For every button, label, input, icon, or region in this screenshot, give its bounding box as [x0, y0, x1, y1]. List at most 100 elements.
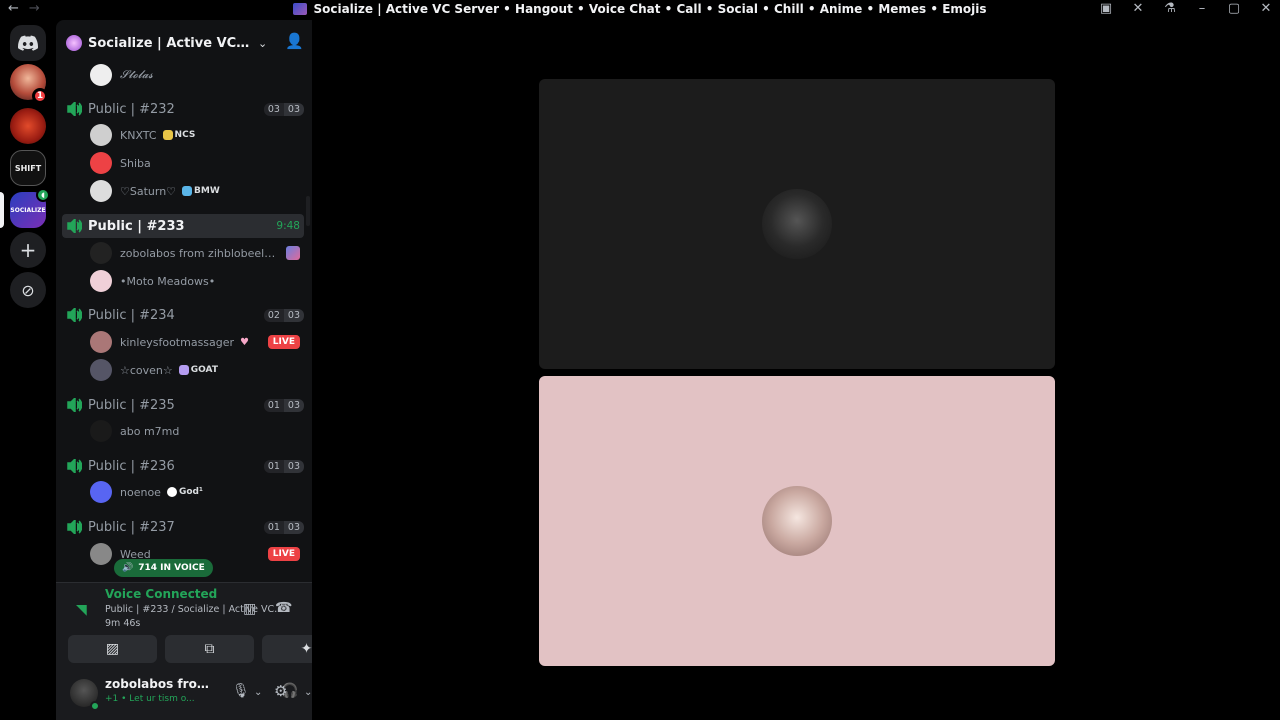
username[interactable]: zobolabos from zihblobeela [105, 677, 217, 691]
notification-badge: 1 [32, 88, 48, 104]
voice-stage [312, 20, 1280, 720]
in-voice-count: 714 IN VOICE [138, 563, 205, 573]
heart-icon [166, 487, 177, 497]
chevron-down-icon: ⌄ [258, 36, 268, 50]
member-name: zobolabos from zihblobeela... [120, 246, 276, 260]
speaker-icon: 🔊 [122, 563, 134, 573]
speaker-icon [67, 102, 82, 116]
maximize-icon[interactable]: ▢ [1226, 1, 1242, 16]
member-name: kinleysfootmassager [120, 335, 235, 349]
voice-channel-237[interactable]: Public | #237 01 03 [62, 515, 304, 539]
member-name: •Moto Meadows• [120, 274, 216, 288]
gear-icon[interactable]: ⚙ [274, 682, 287, 700]
inbox-icon[interactable]: ▣ [1098, 1, 1114, 16]
activity-icon [286, 246, 300, 260]
disconnect-icon[interactable]: ☎ [275, 600, 292, 616]
camera-off-icon: ▨ [105, 641, 120, 657]
voice-channel-234[interactable]: Public | #234 02 03 [62, 303, 304, 327]
server-mini-icon [293, 3, 308, 15]
signal-icon[interactable]: ◥ [76, 602, 87, 618]
voice-connected-panel: ◥ Voice Connected Public | #233 / Social… [56, 582, 312, 670]
member-name: abo m7md [120, 424, 180, 438]
member-item[interactable]: KNXTC NCS [90, 122, 304, 148]
activities-button[interactable]: ✦ [262, 635, 312, 663]
voice-elapsed: 9m 46s [105, 618, 141, 629]
speaker-icon [67, 459, 82, 473]
member-item[interactable]: kinleysfootmassager ♥ LIVE [90, 329, 304, 355]
server-icon-1[interactable]: 1 [10, 64, 48, 104]
user-count: 01 03 [263, 520, 304, 534]
member-item[interactable]: noenoe God¹ [90, 479, 304, 505]
guild-tag: GOAT [178, 365, 218, 375]
scrollbar-thumb[interactable] [306, 196, 310, 226]
title-bar: ← → Socialize | Active VC Server • Hango… [0, 0, 1280, 20]
home-button[interactable] [10, 25, 46, 61]
avatar [90, 481, 112, 503]
user-count: 01 03 [263, 398, 304, 412]
channel-name: Public | #236 [88, 458, 175, 474]
activities-icon: ✦ [300, 641, 312, 657]
discord-icon [18, 35, 38, 51]
user-count: 01 03 [263, 459, 304, 473]
noise-suppression-icon[interactable]: ▥ [243, 601, 256, 617]
server-icon-socialize[interactable]: SOCIALIZE ◖ [10, 188, 50, 228]
member-item[interactable]: •Moto Meadows• [90, 268, 304, 294]
user-count: 02 03 [263, 308, 304, 322]
microphone-icon[interactable]: 🎙 [232, 683, 250, 699]
voice-channel-path[interactable]: Public | #233 / Socialize | Active VC Se… [105, 604, 285, 615]
flask-icon[interactable]: ⚗ [1162, 1, 1178, 16]
member-item[interactable]: ☆coven☆ GOAT [90, 357, 304, 383]
window-controls: ▣ ✕ ⚗ – ▢ ✕ [1098, 1, 1274, 16]
speaker-icon [67, 308, 82, 322]
online-status-icon [90, 701, 100, 711]
avatar [90, 124, 112, 146]
server-header[interactable]: Socialize | Active VC Server • Hangout •… [56, 20, 312, 66]
heart-icon: ♥ [240, 336, 250, 348]
close-icon[interactable]: ✕ [1258, 1, 1274, 16]
minimize-icon[interactable]: – [1194, 1, 1210, 16]
server-icon-3[interactable]: SHIFT [10, 150, 46, 186]
voice-channel-232[interactable]: Public | #232 03 03 [62, 97, 304, 121]
member-item[interactable]: abo m7md [90, 418, 304, 444]
diamond-icon [178, 365, 189, 375]
server-rail: 1 SHIFT SOCIALIZE ◖ + ⊘ [0, 20, 56, 720]
avatar [90, 331, 112, 353]
voice-channel-233[interactable]: Public | #233 9:48 [62, 214, 304, 238]
member-item[interactable]: zobolabos from zihblobeela... [90, 240, 304, 266]
screen-share-button[interactable]: ⧉ [165, 635, 254, 663]
avatar [90, 270, 112, 292]
server-icon-2[interactable] [10, 108, 46, 144]
screen-share-icon: ⧉ [204, 641, 215, 657]
voice-channel-236[interactable]: Public | #236 01 03 [62, 454, 304, 478]
invite-icon[interactable]: 👤 [285, 32, 304, 50]
channel-name: Public | #234 [88, 307, 175, 323]
discover-button[interactable]: ⊘ [10, 272, 46, 308]
add-server-button[interactable]: + [10, 232, 46, 268]
member-name: ☆coven☆ [120, 363, 173, 377]
server-name: Socialize | Active VC Server • Hangout •… [88, 35, 250, 51]
chevron-down-icon[interactable]: ⌄ [254, 687, 262, 698]
channel-name: Public | #235 [88, 397, 175, 413]
participant-tile[interactable] [539, 376, 1055, 666]
gem-icon [182, 186, 193, 196]
tools-icon[interactable]: ✕ [1130, 1, 1146, 16]
voice-channel-235[interactable]: Public | #235 01 03 [62, 393, 304, 417]
channel-name: Public | #232 [88, 101, 175, 117]
voice-actions: ▨ ⧉ ✦ [68, 635, 312, 663]
member-item[interactable]: Shiba [90, 150, 304, 176]
chevron-down-icon[interactable]: ⌄ [304, 687, 312, 698]
user-count: 03 03 [263, 102, 304, 116]
participant-tile[interactable] [539, 79, 1055, 369]
camera-off-button[interactable]: ▨ [68, 635, 157, 663]
server-boost-icon [66, 35, 82, 51]
voice-status[interactable]: Voice Connected [105, 587, 217, 601]
user-status[interactable]: +1 • Let ur tism o... [105, 694, 217, 704]
channel-name: Public | #237 [88, 519, 175, 535]
speaker-icon [67, 219, 82, 233]
avatar [90, 64, 112, 86]
member-item[interactable]: 𝓢𝓽𝓸𝓵𝓪𝓼 [90, 62, 304, 88]
member-item[interactable]: ♡Saturn♡ BMW [90, 178, 304, 204]
in-voice-pill[interactable]: 🔊 714 IN VOICE [114, 559, 213, 577]
avatar [90, 543, 112, 565]
guild-tag: BMW [182, 186, 220, 196]
